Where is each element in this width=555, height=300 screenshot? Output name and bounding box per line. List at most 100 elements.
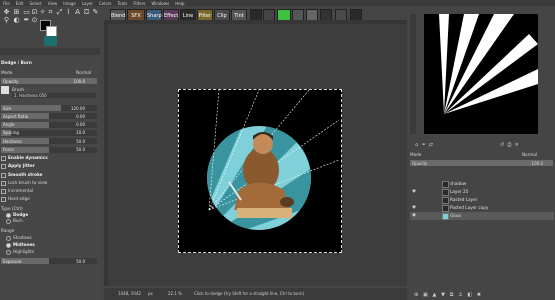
enable-dynamics[interactable]: Enable dynamics <box>1 155 48 161</box>
vertical-ruler <box>104 20 108 286</box>
slider-angle[interactable]: Angle 0.00 <box>1 121 97 128</box>
preview-actions: ⌂ ⚭ ⇄ <box>415 142 433 148</box>
range-highlights[interactable]: Highlights <box>6 249 34 255</box>
delete-icon[interactable]: ✕ <box>515 142 519 148</box>
slider-label: Spacing <box>3 130 19 136</box>
layer-name: Layer 25 <box>450 189 469 194</box>
layer-row[interactable]: ◉ Pasted Layer copy <box>410 204 554 212</box>
layers-opacity-slider[interactable]: Opacity 100.0 <box>410 160 553 166</box>
delete-layer-icon[interactable]: ✖ <box>477 292 481 298</box>
layer-name: shadow <box>450 181 467 186</box>
menu-view[interactable]: View <box>45 1 61 6</box>
opacity-label: Opacity <box>3 78 19 84</box>
group-icon[interactable]: ▣ <box>423 292 428 298</box>
picker-tool-icon[interactable]: ⊙ <box>30 16 39 25</box>
layers-mode-label: Mode <box>410 152 422 157</box>
incremental[interactable]: Incremental <box>1 188 33 194</box>
apply-jitter[interactable]: Apply Jitter <box>1 163 35 169</box>
unit-select[interactable]: px <box>148 291 153 296</box>
raise-icon[interactable]: ▲ <box>433 292 437 298</box>
menu-file[interactable]: File <box>0 1 13 6</box>
pointer-coords: 1448, 1042 <box>118 291 141 296</box>
layer-thumb <box>442 213 449 220</box>
new-layer-icon[interactable]: ⊕ <box>414 292 418 298</box>
lock-brush[interactable]: Lock brush to view <box>1 180 47 186</box>
brush-field[interactable]: 2. Hardness 050 <box>12 93 96 98</box>
menu-filters[interactable]: Filters <box>130 1 148 6</box>
eye-icon[interactable]: ◉ <box>412 213 416 218</box>
eye-icon[interactable]: ◉ <box>412 205 416 210</box>
paint-tool-icon[interactable]: ✎ <box>91 8 100 17</box>
lock-icon[interactable]: ⌂ <box>415 142 418 148</box>
menu-help[interactable]: Help <box>172 1 187 6</box>
text-tool-icon[interactable]: A <box>73 8 82 17</box>
eye-icon[interactable]: ◉ <box>412 189 416 194</box>
chain-icon[interactable]: ⚭ <box>421 142 425 148</box>
swap-icon[interactable]: ⇄ <box>429 142 433 148</box>
preview-scrollbar[interactable] <box>410 14 416 134</box>
brush-preview[interactable] <box>1 86 9 94</box>
menu-image[interactable]: Image <box>60 1 79 6</box>
layer-preview <box>424 14 538 134</box>
menu-layer[interactable]: Layer <box>79 1 96 6</box>
slider-value: 0.00 <box>76 122 85 128</box>
range-midtones[interactable]: Midtones <box>6 242 35 248</box>
menu-colors[interactable]: Colors <box>96 1 115 6</box>
layer-row[interactable]: Rasted Layer <box>410 196 554 204</box>
type-dodge[interactable]: Dodge <box>6 212 28 218</box>
preview-rays <box>439 14 538 114</box>
menu-select[interactable]: Select <box>26 1 44 6</box>
layer-row-selected[interactable]: ◉ Glass <box>410 212 554 220</box>
layer-actions: ⊕ ▣ ▲ ▼ ⧉ ⚓ ◧ ✖ <box>414 292 481 298</box>
clone-tool-icon[interactable]: ⚲ <box>2 16 11 25</box>
reset-icon[interactable]: ↺ <box>500 142 504 148</box>
layers-mode-select[interactable]: Normal <box>522 152 537 157</box>
layer-row[interactable]: shadow <box>410 180 554 188</box>
layer-thumb <box>442 189 449 196</box>
bucket-tool-icon[interactable]: ⛋ <box>82 8 91 17</box>
opacity-slider[interactable]: Opacity 100.0 <box>1 78 97 84</box>
type-burn[interactable]: Burn <box>6 218 23 224</box>
tool-options-tab <box>0 48 100 55</box>
layer-name: Pasted Layer copy <box>450 205 489 210</box>
image-canvas[interactable] <box>178 89 342 253</box>
layers-opacity-value: 100.0 <box>531 160 543 166</box>
range-shadows[interactable]: Shadows <box>6 235 32 241</box>
preview-actions-right: ↺ ⎙ ✕ <box>500 142 519 148</box>
mode-label: Mode <box>1 70 13 75</box>
zoom-select[interactable]: 22.1 % <box>168 291 182 296</box>
mode-select[interactable]: Normal <box>76 70 91 75</box>
menu-windows[interactable]: Windows <box>148 1 172 6</box>
warp-tool-icon[interactable]: ⌇ <box>64 8 73 17</box>
layer-thumb <box>442 197 449 204</box>
slider-value: 0.00 <box>76 113 85 119</box>
brush-label: Brush <box>12 87 25 92</box>
layer-thumb <box>442 181 449 188</box>
slider-label: Aspect Ratio <box>3 113 29 119</box>
slider-value: 50.0 <box>76 138 85 144</box>
slider-label: Size <box>3 105 12 111</box>
crop-tool-icon[interactable]: ⌗ <box>46 8 55 17</box>
slider-hardness[interactable]: Hardness 50.0 <box>1 138 97 145</box>
duplicate-icon[interactable]: ⧉ <box>450 292 454 298</box>
layer-row[interactable]: ◉ Layer 25 <box>410 188 554 196</box>
exposure-slider[interactable]: Exposure 50.0 <box>1 258 97 264</box>
anchor-icon[interactable]: ⚓ <box>458 292 462 298</box>
opacity-value: 100.0 <box>73 78 85 84</box>
lower-icon[interactable]: ▼ <box>441 292 445 298</box>
slider-size[interactable]: Size 120.00 <box>1 105 97 111</box>
save-icon[interactable]: ⎙ <box>507 142 511 148</box>
dodge-tool-icon[interactable]: ◐ <box>12 16 21 25</box>
smooth-stroke[interactable]: Smooth stroke <box>1 172 43 178</box>
menu-edit[interactable]: Edit <box>13 1 27 6</box>
menu-tools[interactable]: Tools <box>115 1 131 6</box>
slider-value: 10.0 <box>76 130 85 136</box>
mask-icon[interactable]: ◧ <box>467 292 472 298</box>
hard-edge[interactable]: Hard edge <box>1 196 30 202</box>
transform-tool-icon[interactable]: ⤢ <box>55 8 64 17</box>
slider-spacing[interactable]: Spacing 10.0 <box>1 129 97 136</box>
swatch-teal[interactable] <box>44 36 57 46</box>
slider-aspect-ratio[interactable]: Aspect Ratio 0.00 <box>1 113 97 120</box>
slider-label: Hardness <box>3 138 22 144</box>
slider-force[interactable]: Force 50.0 <box>1 146 97 153</box>
